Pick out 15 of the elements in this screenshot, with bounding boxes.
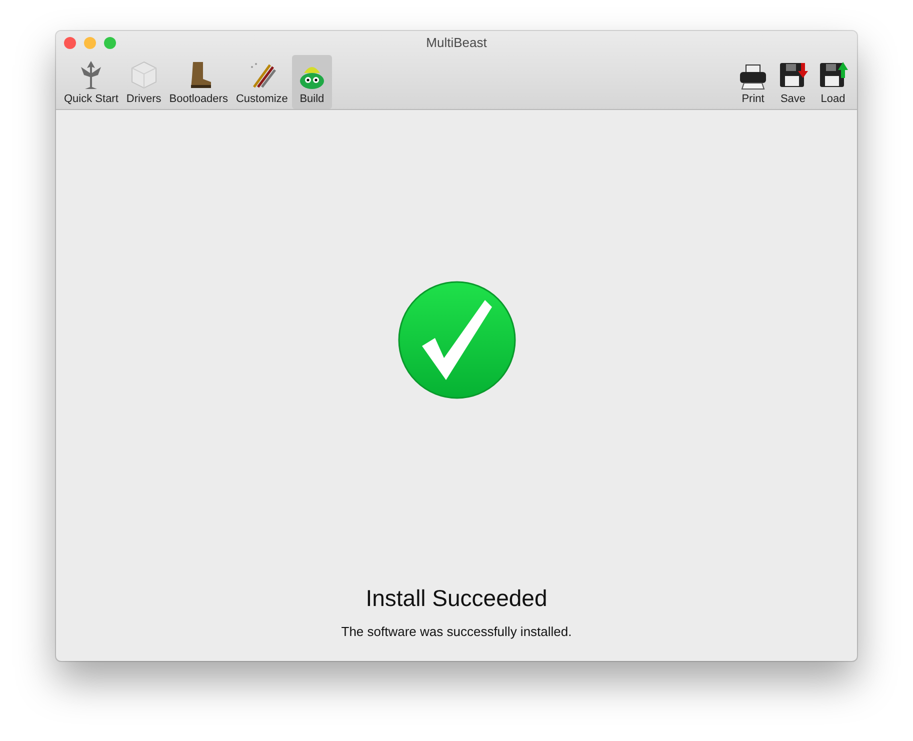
toolbar-tab[interactable]: Drivers xyxy=(122,55,166,109)
status-heading: Install Succeeded xyxy=(366,584,548,613)
toolbar-tab[interactable]: Quick Start xyxy=(60,55,122,109)
toolbar-tab[interactable]: Build xyxy=(292,55,332,109)
close-button[interactable] xyxy=(64,37,76,49)
toolbar-button[interactable]: Print xyxy=(733,55,773,109)
zoom-button[interactable] xyxy=(104,37,116,49)
toolbar-button[interactable]: Load xyxy=(813,55,853,109)
status-message: The software was successfully installed. xyxy=(341,622,572,641)
checkmark-icon xyxy=(396,280,516,400)
toolbar-button[interactable]: Save xyxy=(773,55,813,109)
toolbar-tab[interactable]: Bootloaders xyxy=(165,55,232,109)
minimize-button[interactable] xyxy=(84,37,96,49)
toolbar-tab[interactable]: Customize xyxy=(232,55,292,109)
window-title: MultiBeast xyxy=(426,35,487,50)
